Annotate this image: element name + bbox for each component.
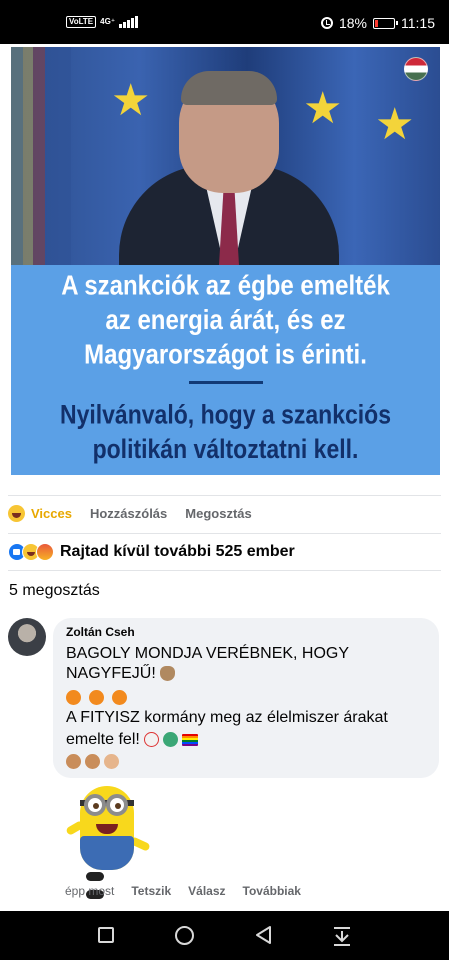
- pumpkin-icon: [66, 690, 81, 706]
- divider: [8, 495, 441, 496]
- comment-meta: épp most Tetszik Válasz Továbbiak: [65, 884, 301, 898]
- volte-badge: VoLTE: [66, 16, 97, 28]
- system-nav-bar: [0, 911, 449, 960]
- comment-more-button[interactable]: Továbbiak: [243, 884, 301, 898]
- clown-icon: [144, 732, 160, 748]
- comment-bubble: Zoltán Cseh BAGOLY MONDJA VERÉBNEK, HOGY…: [53, 618, 439, 778]
- back-icon[interactable]: [254, 925, 274, 945]
- post-photo: ★ ★ ★: [11, 47, 440, 265]
- notification-pulldown-icon[interactable]: [332, 925, 352, 947]
- eu-star-icon: ★: [375, 100, 415, 149]
- rainbow-flag-icon: [182, 733, 199, 746]
- emoji-row: [66, 688, 135, 708]
- comment-like-button[interactable]: Tetszik: [131, 884, 171, 898]
- battery-percent: 18%: [338, 15, 367, 31]
- battery-icon: [373, 17, 398, 29]
- pumpkin-icon: [89, 690, 104, 706]
- owl-icon: [159, 666, 175, 682]
- emoji-row: [66, 752, 127, 772]
- headline-line: Magyarországot is érinti.: [84, 339, 367, 371]
- minion-sticker[interactable]: [62, 780, 154, 899]
- subheadline-line: politikán változtatni kell.: [92, 433, 359, 464]
- post-image[interactable]: ★ ★ ★ A szankciók az égbe emelték az ene…: [11, 47, 440, 475]
- subheadline: Nyilvánvaló, hogy a szankciós politikán …: [11, 397, 440, 466]
- comment-text: NAGYFEJŰ!: [66, 665, 156, 682]
- see-no-evil-monkey-icon: [66, 754, 81, 770]
- comment-text-line: NAGYFEJŰ!: [66, 664, 183, 684]
- network-type: 4G⁺: [100, 17, 116, 26]
- angry-icon: [36, 543, 54, 561]
- see-no-evil-monkey-icon: [85, 754, 100, 770]
- comment-time: épp most: [65, 884, 115, 898]
- reaction-icons: [8, 543, 54, 561]
- person-portrait: [119, 67, 339, 265]
- reactions-summary[interactable]: Rajtad kívül további 525 ember: [8, 543, 295, 561]
- headline: A szankciók az égbe emelték az energia á…: [11, 269, 440, 373]
- comment-text: emelte fel!: [66, 731, 140, 748]
- comment-reply-button[interactable]: Válasz: [188, 884, 225, 898]
- haha-reaction-icon: [8, 505, 25, 522]
- share-button[interactable]: Megosztás: [185, 506, 251, 521]
- signal-icon: [119, 16, 139, 28]
- comment-author[interactable]: Zoltán Cseh: [66, 625, 135, 639]
- comment-text-line: emelte fel!: [66, 730, 206, 750]
- comment-button[interactable]: Hozzászólás: [90, 506, 167, 521]
- avatar[interactable]: [8, 618, 46, 656]
- status-right: 18% 11:15: [320, 15, 435, 31]
- flags-background: [11, 47, 71, 265]
- shares-count[interactable]: 5 megosztás: [9, 582, 100, 600]
- clock: 11:15: [401, 15, 435, 31]
- comment-text-line: A FITYISZ kormány meg az élelmiszer árak…: [66, 709, 388, 726]
- headline-line: A szankciók az égbe emelték: [61, 270, 390, 302]
- status-bar: VoLTE 4G⁺ 18% 11:15: [0, 0, 449, 44]
- recents-icon[interactable]: [98, 927, 114, 943]
- headline-divider: [189, 381, 263, 384]
- alarm-icon: [320, 17, 333, 29]
- network-indicators: VoLTE 4G⁺: [66, 16, 139, 28]
- post-actions: Vicces Hozzászólás Megosztás: [8, 505, 270, 522]
- hungary-flag-icon: [404, 57, 428, 81]
- home-icon[interactable]: [175, 926, 194, 945]
- reactions-text: Rajtad kívül további 525 ember: [60, 543, 295, 560]
- divider: [8, 570, 441, 571]
- globe-icon: [163, 732, 179, 748]
- comment-text-line: BAGOLY MONDJA VERÉBNEK, HOGY: [66, 645, 350, 662]
- subheadline-line: Nyilvánvaló, hogy a szankciós: [59, 399, 392, 430]
- headline-line: az energia árát, és ez: [105, 304, 346, 336]
- divider: [8, 533, 441, 534]
- pumpkin-icon: [112, 690, 127, 706]
- reaction-button[interactable]: Vicces: [31, 506, 72, 521]
- woman-icon: [104, 754, 119, 770]
